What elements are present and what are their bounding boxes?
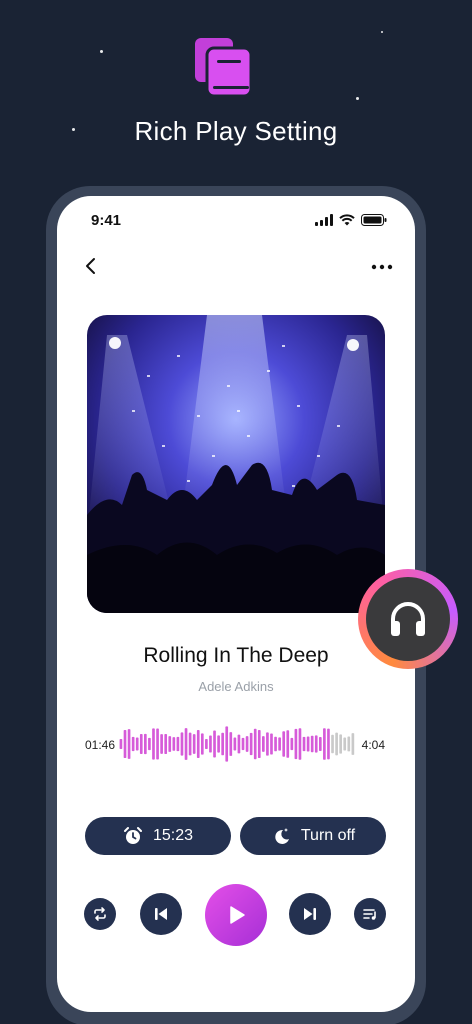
waveform-bar <box>221 732 224 756</box>
waveform-bar <box>241 737 245 751</box>
wifi-icon <box>339 214 355 226</box>
waveform-bar <box>310 735 314 753</box>
waveform-progress[interactable] <box>119 724 355 764</box>
waveform-bar <box>152 728 155 760</box>
waveform-bar <box>123 729 127 759</box>
waveform-bar <box>188 732 192 756</box>
sleep-timer-button[interactable]: Turn off <box>240 817 386 855</box>
time-total: 4:04 <box>361 738 385 752</box>
waveform-bar <box>184 728 188 760</box>
status-time: 9:41 <box>91 212 122 229</box>
waveform-bar <box>245 736 249 752</box>
waveform-bar <box>286 730 290 758</box>
waveform-bar <box>335 732 338 756</box>
song-artist: Adele Adkins <box>198 679 274 694</box>
next-button[interactable] <box>289 893 331 935</box>
waveform-bar <box>139 734 143 754</box>
waveform-bar <box>180 732 184 756</box>
waveform-bar <box>156 728 159 760</box>
waveform-bar <box>200 733 204 755</box>
waveform-bar <box>318 737 322 751</box>
waveform-bar <box>233 737 237 751</box>
waveform-bar <box>298 728 302 760</box>
waveform-bar <box>225 726 229 762</box>
alarm-clock-icon <box>123 827 142 844</box>
waveform-bar <box>253 728 257 760</box>
waveform-bar <box>144 733 147 755</box>
star-decoration <box>356 97 359 100</box>
repeat-icon <box>94 907 106 921</box>
waveform-bar <box>229 732 233 756</box>
waveform-bar <box>135 737 139 751</box>
book-library-icon <box>195 38 253 98</box>
star-decoration <box>100 50 103 53</box>
play-button[interactable] <box>205 884 267 946</box>
waveform-bar <box>290 737 294 751</box>
waveform-bar <box>249 732 253 756</box>
signal-icon <box>315 214 333 226</box>
waveform-bar <box>294 728 298 760</box>
more-horizontal-icon[interactable] <box>371 262 393 272</box>
sleep-timer-label: Turn off <box>300 827 356 844</box>
waveform-bar <box>351 733 355 755</box>
headphones-badge <box>358 569 458 669</box>
waveform-bar <box>213 730 216 758</box>
waveform-bar <box>160 734 163 754</box>
waveform-bar <box>217 735 220 753</box>
moon-stars-icon <box>275 828 289 844</box>
waveform-bar <box>278 737 281 751</box>
waveform-bar <box>257 729 261 759</box>
waveform-bar <box>339 734 342 754</box>
waveform-bar <box>331 734 334 754</box>
repeat-button[interactable] <box>84 898 116 930</box>
time-elapsed: 01:46 <box>85 738 116 752</box>
waveform-bar <box>119 739 123 749</box>
waveform-bar <box>172 737 176 751</box>
battery-icon <box>361 214 387 226</box>
chevron-left-icon[interactable] <box>81 256 101 276</box>
skip-next-icon <box>304 908 316 920</box>
playlist-icon <box>363 909 376 920</box>
waveform-bar <box>270 733 273 755</box>
waveform-bar <box>205 738 208 750</box>
waveform-bar <box>323 728 326 760</box>
waveform-bar <box>196 730 200 758</box>
waveform-bar <box>327 728 330 760</box>
alarm-timer-label: 15:23 <box>152 827 194 844</box>
waveform-bar <box>237 734 241 754</box>
waveform-bar <box>282 731 286 757</box>
waveform-bar <box>274 736 277 752</box>
waveform-bar <box>302 736 306 752</box>
promo-title: Rich Play Setting <box>134 116 338 146</box>
playlist-button[interactable] <box>354 898 386 930</box>
alarm-timer-button[interactable]: 15:23 <box>85 817 231 855</box>
waveform-bar <box>148 737 151 751</box>
waveform-bar <box>306 736 310 752</box>
top-navigation <box>57 256 415 280</box>
waveform-bar <box>127 729 131 759</box>
song-title: Rolling In The Deep <box>143 644 329 667</box>
status-icons <box>315 214 387 226</box>
waveform-bar <box>131 736 135 752</box>
headphones-icon <box>391 602 425 636</box>
skip-previous-icon <box>155 908 167 920</box>
waveform-bar <box>192 734 196 754</box>
star-decoration <box>381 31 383 33</box>
waveform-bar <box>209 735 212 753</box>
waveform-bar <box>164 733 168 755</box>
waveform-bar <box>176 736 180 752</box>
headphones-badge-inner <box>366 577 450 661</box>
waveform-bar <box>314 735 318 753</box>
waveform-bar <box>262 736 265 752</box>
waveform-bar <box>347 736 351 752</box>
play-icon <box>230 906 245 924</box>
waveform-bar <box>266 732 269 756</box>
album-art <box>87 315 385 613</box>
waveform-bar <box>168 736 172 752</box>
previous-button[interactable] <box>140 893 182 935</box>
status-bar: 9:41 <box>57 212 415 236</box>
waveform-bar <box>343 737 347 751</box>
